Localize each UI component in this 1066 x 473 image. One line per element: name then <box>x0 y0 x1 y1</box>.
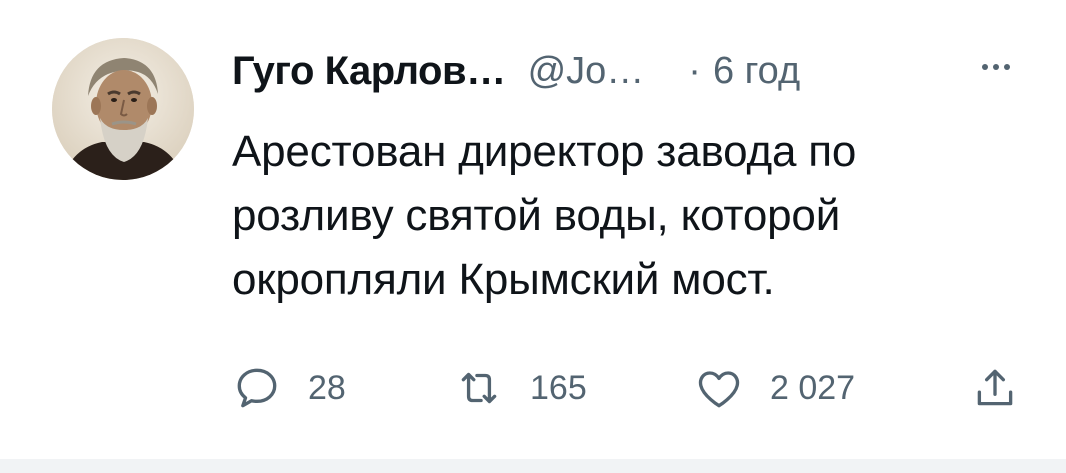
more-horizontal-icon <box>1004 64 1010 70</box>
retweet-icon <box>461 372 497 404</box>
tweet-text: Арестован директор завода по розливу свя… <box>232 127 857 304</box>
more-options-button[interactable] <box>966 52 1026 82</box>
retweet-button[interactable]: 165 <box>454 360 587 416</box>
author-handle[interactable]: @Jo… <box>528 50 645 93</box>
like-button[interactable]: 2 027 <box>694 360 855 416</box>
tweet-header: Гуго Карлов… @Jo… · 6 год <box>232 46 800 96</box>
like-count: 2 027 <box>770 368 856 407</box>
more-horizontal-icon <box>993 64 999 70</box>
heart-icon <box>698 371 740 408</box>
avatar-portrait-icon <box>52 38 194 180</box>
tweet-timestamp[interactable]: 6 год <box>713 50 800 93</box>
retweet-count: 165 <box>530 368 587 407</box>
avatar[interactable] <box>52 38 194 180</box>
separator-dot: · <box>688 49 701 92</box>
reply-button[interactable]: 28 <box>232 360 346 416</box>
share-icon <box>977 369 1013 406</box>
tweet-actions: 28 165 2 027 <box>232 360 1032 416</box>
reply-icon <box>237 368 277 408</box>
divider <box>0 459 1066 473</box>
share-button[interactable] <box>970 360 1020 416</box>
tweet-card[interactable]: Гуго Карлов… @Jo… · 6 год Арестован дире… <box>0 0 1066 460</box>
author-display-name[interactable]: Гуго Карлов… <box>232 49 506 94</box>
reply-count: 28 <box>308 368 346 407</box>
more-horizontal-icon <box>982 64 988 70</box>
